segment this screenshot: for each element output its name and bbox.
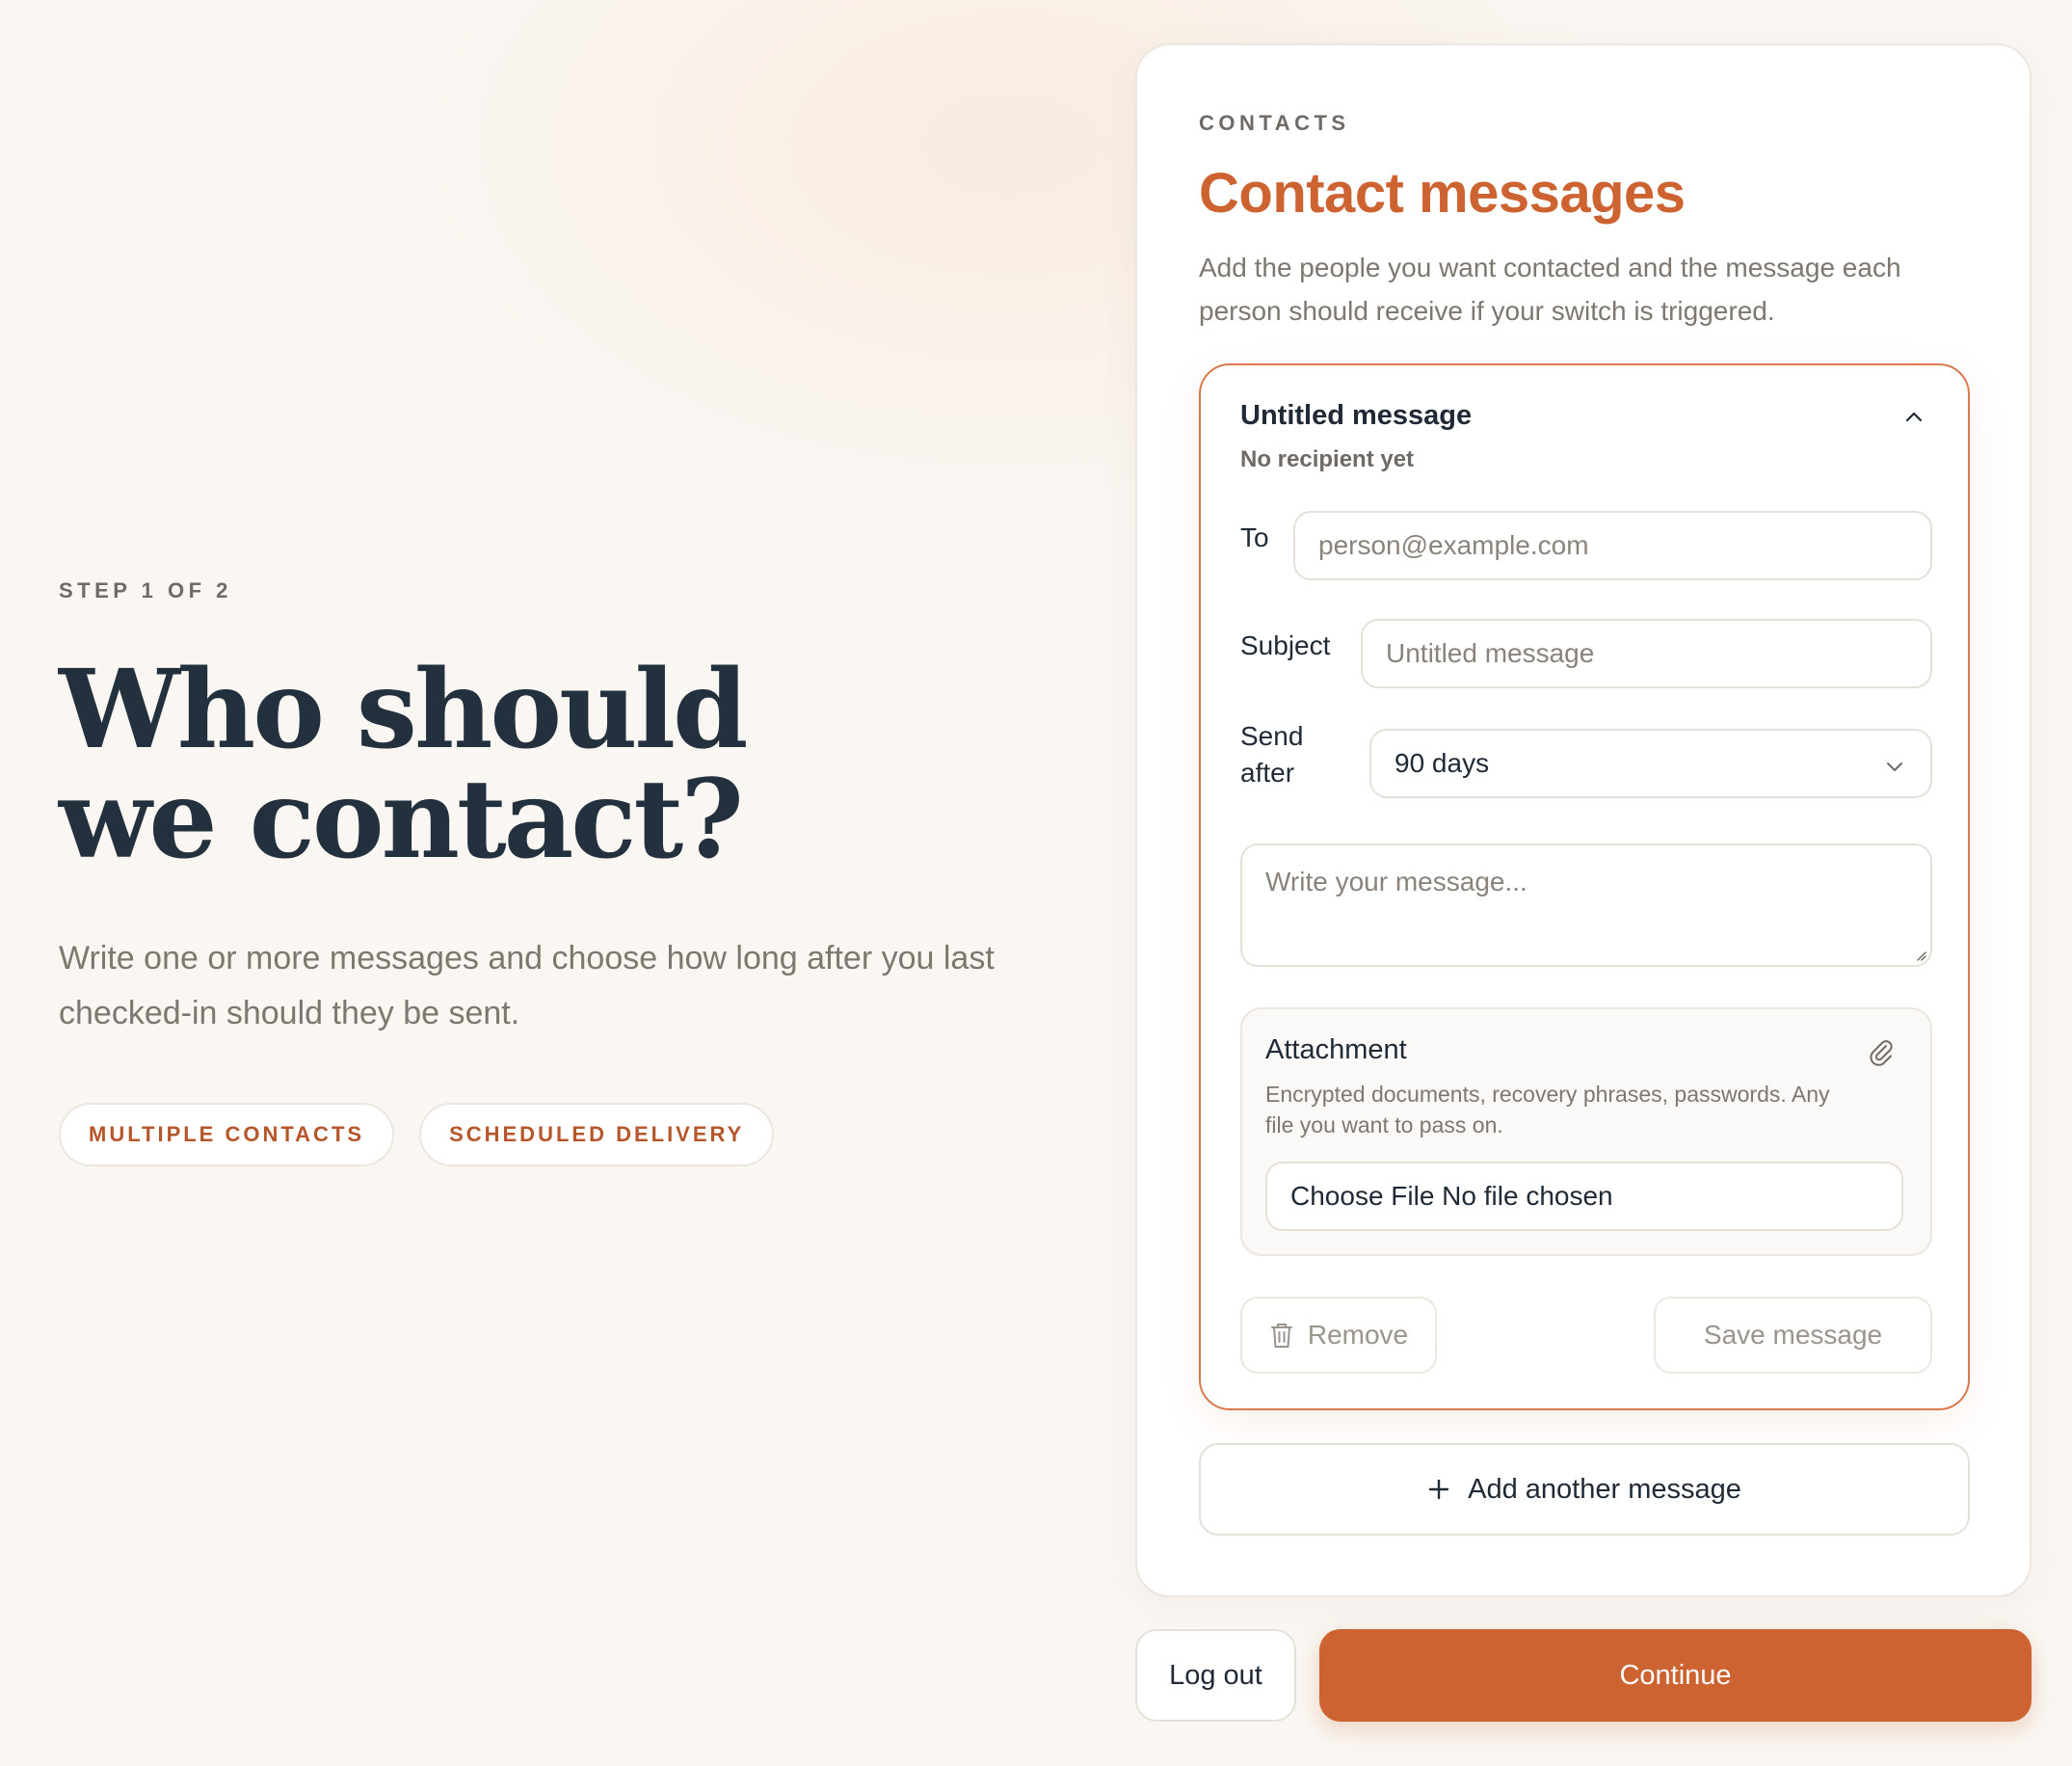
chevron-down-icon [1887, 763, 1902, 771]
step-indicator: STEP 1 OF 2 [59, 578, 232, 602]
subject-label: Subject [1240, 630, 1331, 660]
panel-title: Contact messages [1199, 162, 1686, 225]
send-after-select[interactable]: 90 days [1369, 729, 1932, 798]
remove-button[interactable]: Remove [1240, 1297, 1437, 1374]
to-input[interactable]: person@example.com [1293, 511, 1932, 580]
attachment-description: Encrypted documents, recovery phrases, p… [1265, 1082, 1830, 1137]
continue-label: Continue [1619, 1659, 1732, 1691]
feature-chips: MULTIPLE CONTACTS SCHEDULED DELIVERY [59, 1103, 1100, 1166]
page-headline: Who should we contact? [59, 656, 791, 875]
subject-input[interactable]: Untitled message [1361, 619, 1932, 688]
intro-section: STEP 1 OF 2 Who should we contact? Write… [59, 578, 1100, 1166]
file-input[interactable]: Choose File No file chosen [1265, 1162, 1903, 1231]
save-message-label: Save message [1703, 1320, 1883, 1350]
panel-eyebrow: CONTACTS [1199, 111, 1350, 135]
chip-multiple-contacts: MULTIPLE CONTACTS [59, 1103, 395, 1166]
add-another-label: Add another message [1468, 1473, 1741, 1505]
message-card: Untitled message No recipient yet To per… [1199, 363, 1970, 1410]
continue-button[interactable]: Continue [1319, 1629, 2032, 1722]
message-card-title: Untitled message [1240, 400, 1473, 431]
intro-lead: Write one or more messages and choose ho… [59, 940, 995, 1031]
plus-icon [1428, 1479, 1449, 1500]
subject-input-placeholder: Untitled message [1386, 638, 1595, 668]
headline-line-2: we contact? [59, 757, 744, 883]
remove-button-label: Remove [1307, 1320, 1409, 1350]
send-after-value: 90 days [1395, 748, 1490, 778]
paperclip-icon [1870, 1040, 1893, 1066]
chevron-up-icon[interactable] [1904, 408, 1924, 427]
send-after-label-line-2: after [1240, 758, 1295, 788]
send-after-label-line-1: Send [1240, 721, 1304, 751]
send-after-label: Send after [1240, 718, 1303, 791]
add-another-message-button[interactable]: Add another message [1199, 1443, 1970, 1536]
trash-icon [1270, 1324, 1292, 1348]
chip-scheduled-delivery: SCHEDULED DELIVERY [419, 1103, 775, 1166]
file-input-label: Choose File No file chosen [1290, 1181, 1613, 1211]
message-card-subtitle: No recipient yet [1240, 446, 1415, 472]
message-placeholder: Write your message... [1265, 867, 1527, 896]
to-input-placeholder: person@example.com [1318, 530, 1589, 560]
save-message-button[interactable]: Save message [1654, 1297, 1932, 1374]
headline-line-1: Who should [59, 647, 748, 773]
to-label: To [1240, 522, 1269, 552]
attachment-title: Attachment [1265, 1034, 1407, 1065]
resize-grip-icon[interactable] [1913, 948, 1926, 961]
message-textarea[interactable]: Write your message... [1240, 843, 1932, 967]
logout-label: Log out [1169, 1659, 1262, 1691]
logout-button[interactable]: Log out [1135, 1629, 1296, 1722]
panel-description: Add the people you want contacted and th… [1199, 253, 1901, 326]
contacts-panel: CONTACTS Contact messages Add the people… [1135, 43, 2032, 1597]
attachment-box: Attachment Encrypted documents, recovery… [1240, 1007, 1932, 1256]
